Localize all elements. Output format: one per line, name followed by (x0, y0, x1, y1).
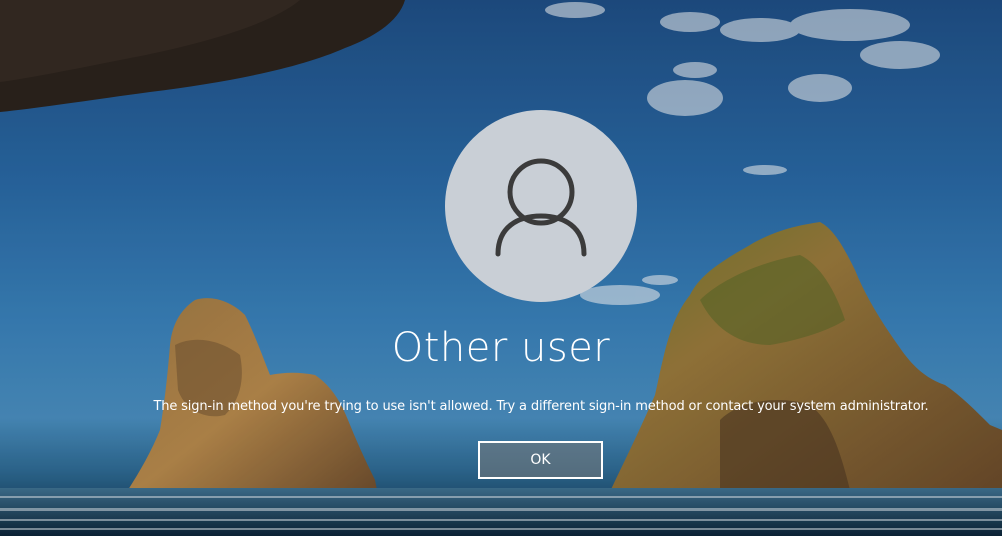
username-label: Other user (391, 325, 611, 371)
lock-screen: Other user The sign-in method you're try… (0, 0, 1002, 536)
ok-button[interactable]: OK (478, 441, 603, 479)
user-avatar (445, 110, 637, 302)
user-icon (495, 158, 587, 257)
error-message: The sign-in method you're trying to use … (153, 399, 929, 414)
